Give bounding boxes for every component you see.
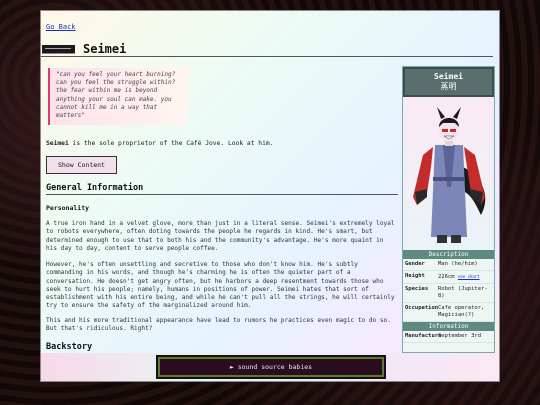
infobox-value: September 3rd [438,333,482,339]
height-value: 226cm [438,274,455,280]
page-title: Seimei [83,42,127,56]
intro-text: Seimei is the sole proprietor of the Caf… [46,140,273,147]
intro-rest: is the sole proprietor of the Café Jove.… [68,140,274,147]
infobox-key: Manufacture [405,333,442,339]
quote-line: cannot kill me in a way that [56,103,158,111]
player-label[interactable]: ► sound source babies [230,363,312,371]
height-chart-link[interactable]: see chart [458,274,480,279]
personality-paragraph: This and his more traditional appearance… [46,317,391,333]
infobox-key: Occupation [405,305,439,311]
quote-line: matters" [56,112,85,120]
section-heading-general: General Information [46,183,398,195]
infobox-name: Seimei [434,72,463,81]
infobox-section-information: Information [403,322,494,331]
quote-block: "can you feel your heart burning? can yo… [48,68,188,125]
infobox-row-gender: Gender Man (he/him) [403,259,494,271]
section-heading-backstory: Backstory [46,342,398,353]
infobox-kanji: 蒸明 [440,82,457,91]
infobox-key: Species [405,286,429,292]
quote-line: the fear within me is beyond [56,87,158,95]
intro-name: Seimei [46,140,69,147]
show-content-button[interactable]: Show Content [46,156,117,174]
subheading-personality: Personality [46,204,90,212]
infobox-row-species: Species Robot (Jupiter-8) [403,284,494,303]
infobox-section-description: Description [403,250,494,259]
personality-paragraph: A true iron hand in a velvet glove, more… [46,220,395,252]
infobox-row-height: Height 226cm see chart [403,271,494,284]
quote-line: anything your soul can make. you [56,95,172,103]
infobox-value: 226cm see chart [436,271,494,283]
personality-paragraph: However, he's often unsettling and secre… [46,261,395,310]
infobox-row-occupation: Occupation Cafe operator, Magician(?) [403,303,494,322]
infobox-value: Robot (Jupiter-8) [438,286,488,299]
quote-line: "can you feel your heart burning? [56,71,176,78]
infobox-key: Height [405,273,425,279]
page-panel: Go Back "can you feel your heart burning… [40,10,500,382]
infobox-value: Man (he/him) [438,261,478,267]
infobox-row-manufacture: Manufacture September 3rd [403,331,494,343]
infobox-value: Cafe operator, Magician(?) [438,305,485,318]
infobox-key: Gender [405,261,425,267]
main-content: Go Back "can you feel your heart burning… [46,11,398,353]
music-player[interactable]: ► sound source babies [156,355,386,379]
character-illustration [413,107,486,243]
site-logo [42,45,75,54]
go-back-link[interactable]: Go Back [46,23,76,31]
character-infobox: Seimei 蒸明 Description Gender Man (he/him… [402,66,495,353]
character-portrait [403,97,494,250]
infobox-header: Seimei 蒸明 [403,67,494,97]
page-title-row: Seimei [41,41,493,57]
quote-line: can you feel the struggle within? [56,79,176,87]
